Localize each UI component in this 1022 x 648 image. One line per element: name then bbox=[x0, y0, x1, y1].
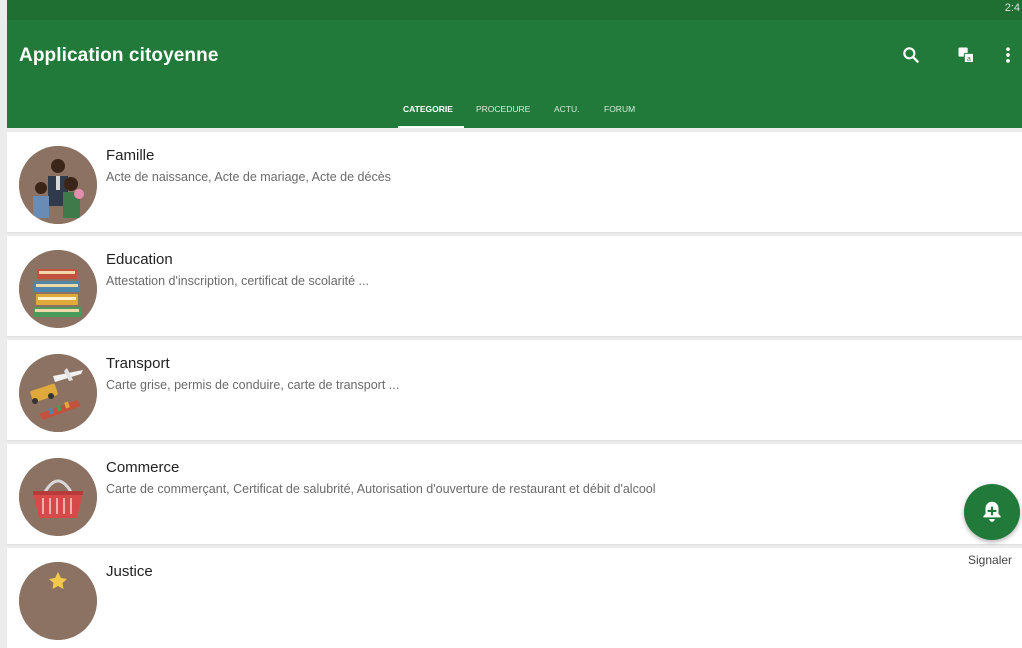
translate-button[interactable]: a bbox=[951, 40, 981, 70]
tab-procedure[interactable]: PROCEDURE bbox=[476, 104, 530, 114]
tab-bar: CATEGORIE PROCEDURE ACTU. FORUM bbox=[7, 94, 1022, 128]
search-button[interactable] bbox=[896, 40, 926, 70]
list-item-famille[interactable]: Famille Acte de naissance, Acte de maria… bbox=[7, 132, 1022, 232]
translate-icon: a bbox=[958, 47, 974, 64]
search-icon bbox=[903, 47, 919, 63]
signaler-button[interactable] bbox=[964, 484, 1020, 540]
list-item-education[interactable]: Education Attestation d'inscription, cer… bbox=[7, 236, 1022, 336]
category-name: Commerce bbox=[106, 459, 180, 476]
app-bar: Application citoyenne a CATEGORIE PROCED… bbox=[7, 20, 1022, 128]
tab-forum[interactable]: FORUM bbox=[604, 104, 635, 114]
justice-icon bbox=[19, 562, 97, 640]
category-name: Justice bbox=[106, 563, 153, 580]
transport-icon bbox=[19, 354, 97, 432]
overflow-menu-button[interactable] bbox=[993, 40, 1022, 70]
category-description: Attestation d'inscription, certificat de… bbox=[106, 274, 369, 288]
add-alert-icon bbox=[983, 501, 1001, 522]
category-name: Education bbox=[106, 251, 173, 268]
list-item-commerce[interactable]: Commerce Carte de commerçant, Certificat… bbox=[7, 444, 1022, 544]
list-item-justice[interactable]: Justice bbox=[7, 548, 1022, 648]
category-description: Carte de commerçant, Certificat de salub… bbox=[106, 482, 656, 496]
basket-icon bbox=[19, 458, 97, 536]
category-name: Famille bbox=[106, 147, 155, 164]
more-vert-icon bbox=[1006, 47, 1010, 63]
status-bar: 2:4 bbox=[7, 0, 1022, 20]
category-description: Carte grise, permis de conduire, carte d… bbox=[106, 378, 400, 392]
signaler-label: Signaler bbox=[968, 553, 1013, 567]
status-time: 2:4 bbox=[1004, 2, 1020, 14]
books-icon bbox=[19, 250, 97, 328]
category-name: Transport bbox=[106, 355, 170, 372]
svg-text:a: a bbox=[967, 55, 971, 63]
category-description: Acte de naissance, Acte de mariage, Acte… bbox=[106, 170, 391, 184]
app-title: Application citoyenne bbox=[19, 45, 219, 66]
tab-categorie[interactable]: CATEGORIE bbox=[403, 104, 453, 114]
tab-actu[interactable]: ACTU. bbox=[554, 104, 580, 114]
tab-indicator bbox=[398, 126, 464, 128]
list-item-transport[interactable]: Transport Carte grise, permis de conduir… bbox=[7, 340, 1022, 440]
family-icon bbox=[19, 146, 97, 224]
